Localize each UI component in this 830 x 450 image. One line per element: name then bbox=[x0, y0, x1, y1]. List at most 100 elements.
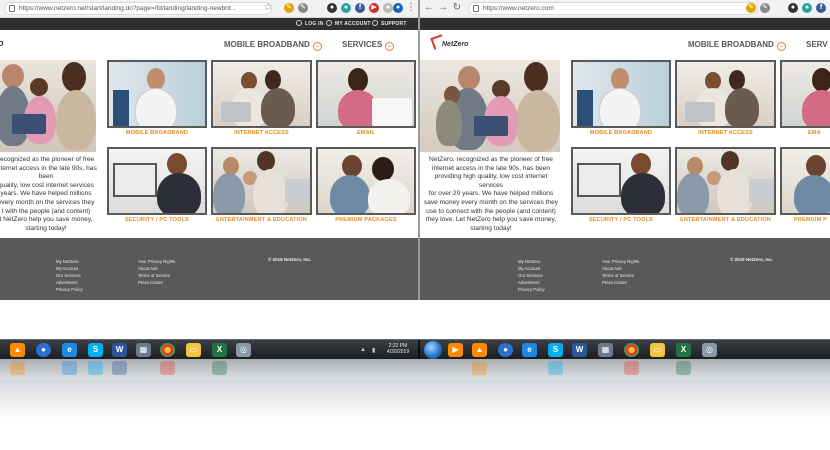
right-browser-window: ← → ↻ https://www.netzero.com ✎ ✎ ● ● f … bbox=[420, 0, 830, 300]
ie-icon[interactable]: e bbox=[522, 343, 537, 357]
reload-icon[interactable]: ↻ bbox=[451, 2, 463, 14]
app-icon[interactable]: ▦ bbox=[136, 343, 151, 357]
login-link[interactable]: LOG IN bbox=[296, 20, 323, 27]
extension-icon[interactable]: ✎ bbox=[284, 3, 294, 13]
card-label[interactable]: SECURITY / PC TOOLS bbox=[107, 217, 207, 223]
menu-services[interactable]: SERV bbox=[806, 40, 828, 49]
star-icon[interactable]: ☆ bbox=[262, 2, 274, 14]
vlc-icon[interactable]: ▲ bbox=[10, 343, 25, 357]
media-icon[interactable]: ▶ bbox=[448, 343, 463, 357]
app-icon[interactable]: ▦ bbox=[598, 343, 613, 357]
app-icon[interactable]: ● bbox=[498, 343, 513, 357]
card-premium-photo[interactable] bbox=[780, 147, 830, 215]
card-label[interactable]: MOBILE BROADBAND bbox=[107, 130, 207, 136]
card-premium-photo[interactable] bbox=[316, 147, 416, 215]
netzero-logo[interactable]: NetZero bbox=[430, 34, 478, 50]
card-label[interactable]: SECURITY / PC TOOLS bbox=[571, 217, 671, 223]
card-internet-access-photo[interactable] bbox=[675, 60, 776, 128]
facebook-icon[interactable]: f bbox=[816, 3, 826, 13]
windows-taskbar: ▲ ● e S W ▦ ▭ X ◎ ▲ ▮ 2:22 PM 4/30/2019 … bbox=[0, 339, 830, 360]
extension-icon[interactable]: ● bbox=[341, 3, 351, 13]
excel-icon[interactable]: X bbox=[212, 343, 227, 357]
profile-icon[interactable]: ● bbox=[393, 3, 403, 13]
card-security-photo[interactable] bbox=[571, 147, 671, 215]
menu-mobile-broadband[interactable]: MOBILE BROADBAND ⌄ bbox=[224, 40, 322, 51]
menu-icon[interactable]: ⋮ bbox=[405, 2, 417, 14]
skype-icon[interactable]: S bbox=[88, 343, 103, 357]
card-entertainment-photo[interactable] bbox=[675, 147, 776, 215]
card-label[interactable]: PREMIUM PACKAGES bbox=[316, 217, 416, 223]
my-account-link[interactable]: MY ACCOUNT bbox=[326, 20, 371, 27]
excel-icon[interactable]: X bbox=[676, 343, 691, 357]
ie-icon[interactable]: e bbox=[62, 343, 77, 357]
forward-icon[interactable]: → bbox=[437, 2, 449, 14]
footer-link[interactable]: Advertisers bbox=[518, 279, 545, 286]
word-icon[interactable]: W bbox=[112, 343, 127, 357]
footer-link[interactable]: About Ads bbox=[602, 265, 639, 272]
card-label[interactable]: INTERNET ACCESS bbox=[675, 130, 776, 136]
footer-link[interactable]: Your Privacy Rights bbox=[602, 258, 639, 265]
footer-link[interactable]: Press Center bbox=[602, 279, 639, 286]
address-bar[interactable]: https://www.netzero.net/start/landing.do… bbox=[4, 2, 272, 15]
card-label[interactable]: INTERNET ACCESS bbox=[211, 130, 312, 136]
login-icon bbox=[296, 20, 302, 26]
extension-icon[interactable]: ✎ bbox=[760, 3, 770, 13]
extension-icon[interactable]: ● bbox=[327, 3, 337, 13]
card-label[interactable]: PREMIUM P bbox=[794, 217, 830, 223]
menu-mobile-broadband[interactable]: MOBILE BROADBAND ⌄ bbox=[688, 40, 786, 51]
extension-icon[interactable]: ● bbox=[383, 3, 393, 13]
folder-icon[interactable]: ▭ bbox=[186, 343, 201, 357]
chevron-down-icon: ⌄ bbox=[385, 42, 395, 51]
footer-link[interactable]: Terms of Service bbox=[602, 272, 639, 279]
footer-link[interactable]: Advertisers bbox=[56, 279, 83, 286]
card-label[interactable]: ENTERTAINMENT & EDUCATION bbox=[211, 217, 312, 223]
address-bar[interactable]: https://www.netzero.com bbox=[468, 2, 758, 15]
netzero-logo-partial[interactable]: o bbox=[0, 38, 8, 52]
chrome-icon[interactable] bbox=[160, 343, 175, 357]
support-link[interactable]: SUPPORT bbox=[372, 20, 407, 27]
footer-link[interactable]: Our Services bbox=[56, 272, 83, 279]
footer-link[interactable]: Privacy Policy bbox=[518, 286, 545, 293]
card-security-photo[interactable] bbox=[107, 147, 207, 215]
facebook-icon[interactable]: f bbox=[355, 3, 365, 13]
footer-link[interactable]: Privacy Policy bbox=[56, 286, 83, 293]
extension-icon[interactable]: ● bbox=[788, 3, 798, 13]
footer-link[interactable]: My NetZero bbox=[518, 258, 545, 265]
system-clock[interactable]: 2:22 PM 4/30/2019 bbox=[382, 343, 414, 355]
folder-icon[interactable]: ▭ bbox=[650, 343, 665, 357]
footer-link[interactable]: Press Center bbox=[138, 279, 175, 286]
app-icon[interactable]: ◎ bbox=[236, 343, 251, 357]
card-entertainment-photo[interactable] bbox=[211, 147, 312, 215]
footer-link[interactable]: My NetZero bbox=[56, 258, 83, 265]
footer-link[interactable]: Your Privacy Rights bbox=[138, 258, 175, 265]
card-label[interactable]: EMA bbox=[808, 130, 830, 136]
chrome-icon[interactable] bbox=[624, 343, 639, 357]
app-icon[interactable]: ● bbox=[36, 343, 51, 357]
card-email-photo[interactable] bbox=[780, 60, 830, 128]
card-mobile-broadband-photo[interactable] bbox=[107, 60, 207, 128]
card-label[interactable]: EMAIL bbox=[316, 130, 416, 136]
card-mobile-broadband-photo[interactable] bbox=[571, 60, 671, 128]
extension-icon[interactable]: ✎ bbox=[746, 3, 756, 13]
footer-link[interactable]: Terms of Service bbox=[138, 272, 175, 279]
extension-icon[interactable]: ✎ bbox=[298, 3, 308, 13]
volume-icon[interactable]: ▮ bbox=[372, 347, 375, 354]
youtube-icon[interactable]: ▶ bbox=[369, 3, 379, 13]
extension-icon[interactable]: ● bbox=[802, 3, 812, 13]
card-internet-access-photo[interactable] bbox=[211, 60, 312, 128]
card-label[interactable]: MOBILE BROADBAND bbox=[571, 130, 671, 136]
skype-icon[interactable]: S bbox=[548, 343, 563, 357]
start-button[interactable] bbox=[424, 341, 442, 359]
footer-link[interactable]: Our Services bbox=[518, 272, 545, 279]
footer-link[interactable]: About Ads bbox=[138, 265, 175, 272]
menu-services[interactable]: SERVICES ⌄ bbox=[342, 40, 395, 51]
back-icon[interactable]: ← bbox=[423, 2, 435, 14]
footer-link[interactable]: My Account bbox=[518, 265, 545, 272]
word-icon[interactable]: W bbox=[572, 343, 587, 357]
app-icon[interactable]: ◎ bbox=[702, 343, 717, 357]
tray-arrow-icon[interactable]: ▲ bbox=[360, 347, 366, 353]
vlc-icon[interactable]: ▲ bbox=[472, 343, 487, 357]
footer-link[interactable]: My Account bbox=[56, 265, 83, 272]
card-email-photo[interactable] bbox=[316, 60, 416, 128]
card-label[interactable]: ENTERTAINMENT & EDUCATION bbox=[675, 217, 776, 223]
